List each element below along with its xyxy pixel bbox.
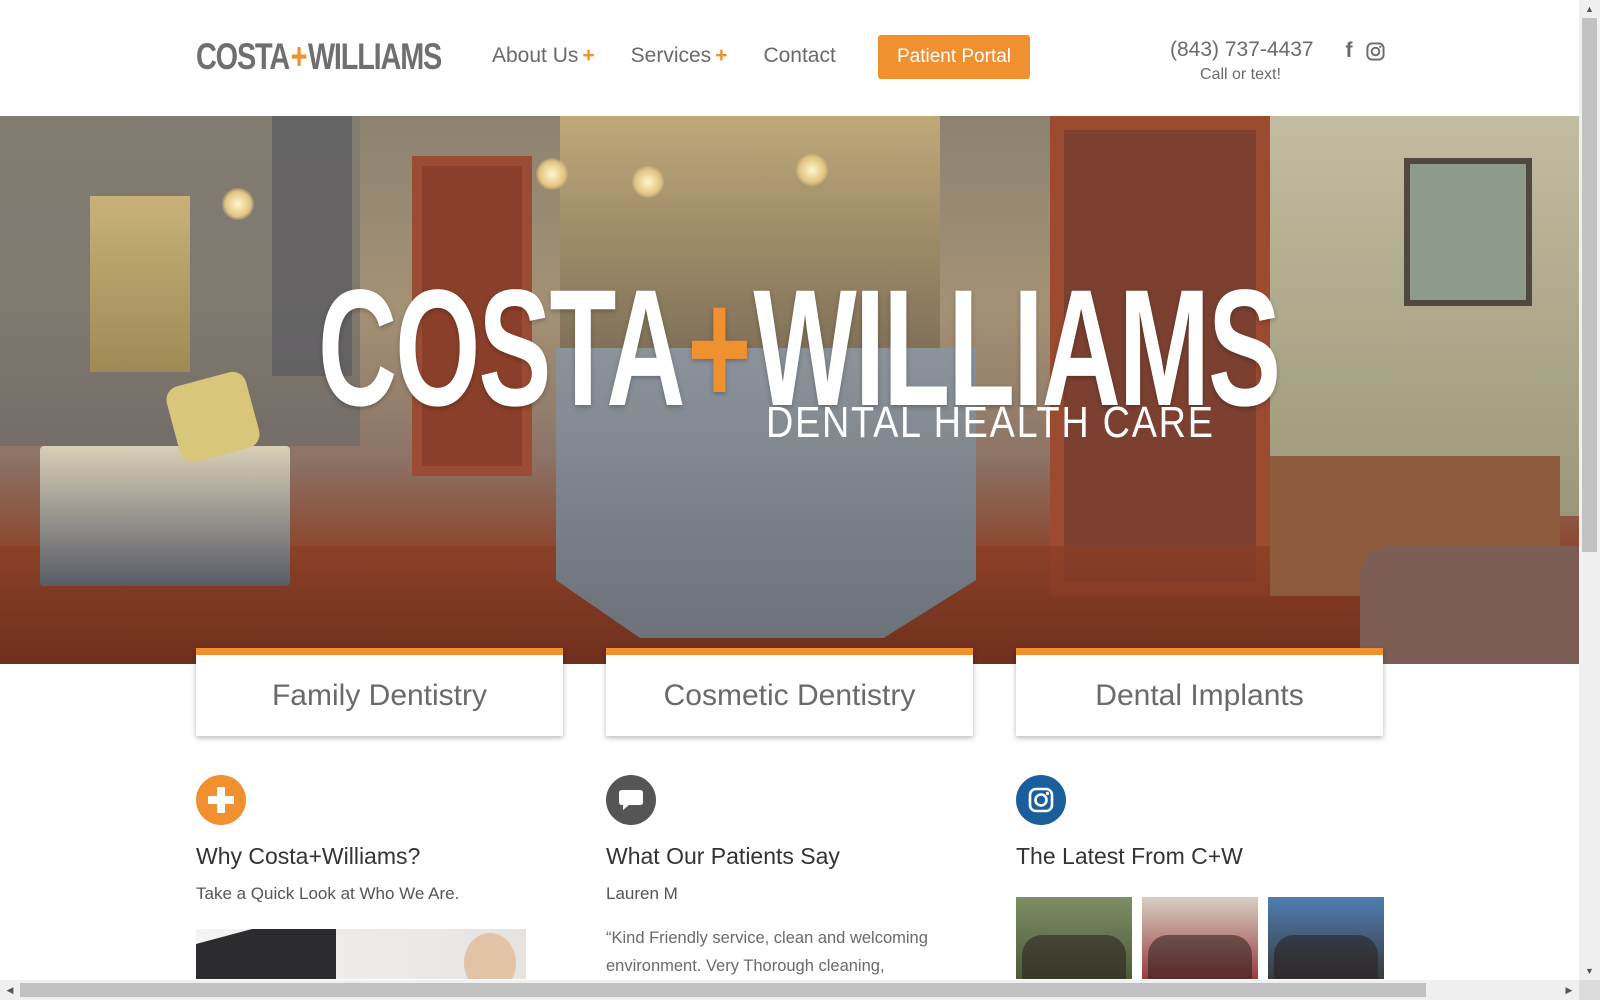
hero-photo-lamp xyxy=(632,166,664,198)
testimonials-title: What Our Patients Say xyxy=(606,843,840,869)
scrollbar-corner xyxy=(1579,980,1600,1000)
photo-people xyxy=(1274,935,1378,979)
vertical-scrollbar[interactable]: ▲ ▼ xyxy=(1579,0,1600,980)
hero-photo-lamp xyxy=(796,154,828,186)
hero-banner: COSTA+WILLIAMS DENTAL HEALTH CARE xyxy=(0,116,1579,664)
phone-number[interactable]: (843) 737-4437 xyxy=(1170,38,1314,62)
vertical-scrollbar-thumb[interactable] xyxy=(1582,18,1597,552)
testimonial-quote: “Kind Friendly service, clean and welcom… xyxy=(606,929,928,975)
logo-text-right: WILLIAMS xyxy=(307,36,442,77)
why-column: Why Costa+Williams? Take a Quick Look at… xyxy=(196,775,566,904)
video-thumb-person xyxy=(464,933,516,979)
photo-people xyxy=(1022,935,1126,979)
plus-circle-icon xyxy=(196,775,246,825)
scroll-down-arrow-icon[interactable]: ▼ xyxy=(1579,962,1600,980)
logo-text-left: COSTA xyxy=(196,36,290,77)
nav-services[interactable]: Services + xyxy=(631,44,728,68)
hero-photo-painting xyxy=(90,196,190,372)
instagram-post-thumbnail[interactable] xyxy=(1142,897,1258,979)
instagram-icon[interactable] xyxy=(1016,775,1066,825)
scroll-left-arrow-icon[interactable]: ◀ xyxy=(0,980,20,1000)
nav-about-us[interactable]: About Us + xyxy=(492,44,595,68)
testimonials-column: What Our Patients Say Lauren M “Kind Fri… xyxy=(606,775,976,980)
scroll-up-arrow-icon[interactable]: ▲ xyxy=(1579,0,1600,18)
plus-icon: + xyxy=(582,44,595,67)
hero-photo-couch xyxy=(1360,546,1579,664)
instagram-icon[interactable] xyxy=(1364,40,1386,62)
hero-photo-lamp xyxy=(222,188,254,220)
hero-subtitle: DENTAL HEALTH CARE xyxy=(766,398,1215,447)
site-logo[interactable]: COSTA+WILLIAMS xyxy=(196,36,442,78)
photo-people xyxy=(1148,935,1252,979)
intro-video-thumbnail[interactable] xyxy=(196,929,526,979)
horizontal-scrollbar[interactable]: ◀ ▶ xyxy=(0,980,1579,1000)
logo-plus: + xyxy=(290,36,308,77)
hero-photo-frame xyxy=(1404,158,1532,306)
why-title: Why Costa+Williams? xyxy=(196,843,421,869)
service-card-dental-implants[interactable]: Dental Implants xyxy=(1016,648,1383,736)
plus-icon: + xyxy=(715,44,728,67)
video-thumb-dark-area xyxy=(196,929,336,979)
horizontal-scrollbar-thumb[interactable] xyxy=(20,983,1426,997)
hero-photo-bench xyxy=(40,446,290,586)
service-card-cosmetic-dentistry[interactable]: Cosmetic Dentistry xyxy=(606,648,973,736)
service-card-family-dentistry[interactable]: Family Dentistry xyxy=(196,648,563,736)
patient-portal-button[interactable]: Patient Portal xyxy=(878,35,1030,79)
instagram-post-thumbnail[interactable] xyxy=(1016,897,1132,979)
hero-photo-lamp xyxy=(536,158,568,190)
site-header: COSTA+WILLIAMS About Us + Services + Conta… xyxy=(0,0,1579,116)
hero-title-left: COSTA xyxy=(318,256,685,441)
testimonial-author: Lauren M xyxy=(606,884,678,903)
main-nav: About Us + Services + Contact xyxy=(492,44,836,68)
instagram-column: The Latest From C+W xyxy=(1016,775,1386,870)
nav-contact[interactable]: Contact xyxy=(763,44,835,68)
instagram-title: The Latest From C+W xyxy=(1016,843,1243,869)
nav-about-us-label: About Us xyxy=(492,44,579,67)
why-subtitle: Take a Quick Look at Who We Are. xyxy=(196,884,460,903)
nav-services-label: Services xyxy=(630,44,712,67)
call-or-text-label: Call or text! xyxy=(1200,66,1281,83)
scroll-right-arrow-icon[interactable]: ▶ xyxy=(1559,980,1579,1000)
nav-contact-label: Contact xyxy=(763,44,836,67)
facebook-icon[interactable]: f xyxy=(1338,39,1360,62)
hero-title-plus: + xyxy=(687,256,751,441)
instagram-post-thumbnail[interactable] xyxy=(1268,897,1384,979)
speech-bubble-icon xyxy=(606,775,656,825)
